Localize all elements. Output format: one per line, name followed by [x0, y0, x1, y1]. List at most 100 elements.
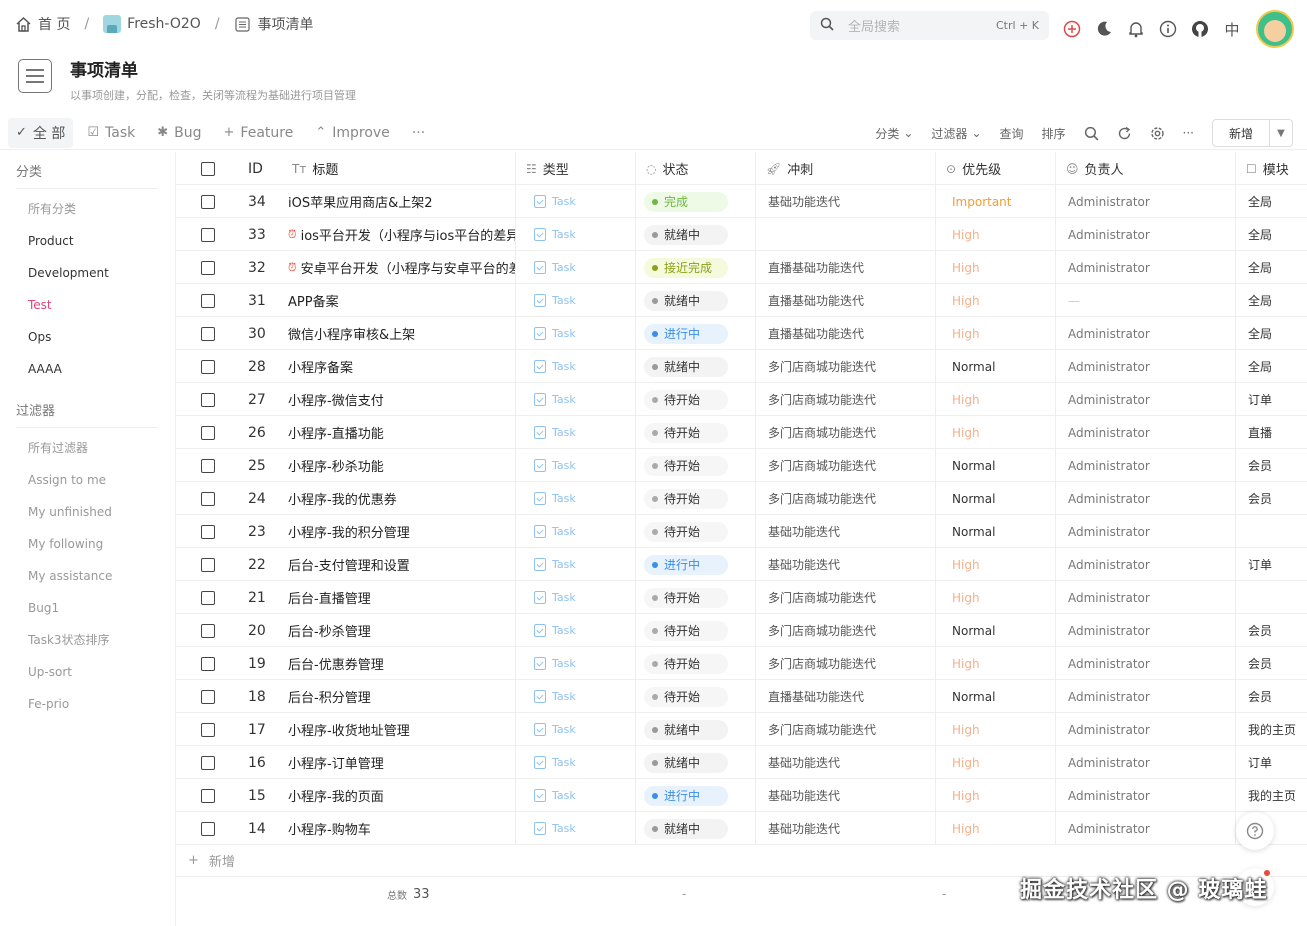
row-owner[interactable]: — — [1056, 284, 1236, 317]
table-row[interactable]: 20 后台-秒杀管理 Task 待开始 多门店商城功能迭代 Normal Administr… — [176, 614, 1307, 647]
row-sprint[interactable]: 基础功能迭代 — [756, 515, 936, 548]
row-type[interactable]: Task — [516, 350, 636, 383]
row-module[interactable]: 我的主页 — [1236, 713, 1307, 746]
row-checkbox[interactable] — [176, 317, 240, 350]
row-priority[interactable]: High — [936, 317, 1056, 350]
row-title[interactable]: 小程序-直播功能 — [282, 416, 516, 449]
table-row[interactable]: 22 后台-支付管理和设置 Task 进行中 基础功能迭代 High Administrat… — [176, 548, 1307, 581]
row-type[interactable]: Task — [516, 581, 636, 614]
row-title[interactable]: 小程序-微信支付 — [282, 383, 516, 416]
sidebar-category-item[interactable]: Product — [0, 225, 175, 257]
row-checkbox[interactable] — [176, 416, 240, 449]
row-priority[interactable]: High — [936, 416, 1056, 449]
row-module[interactable]: 全局 — [1236, 185, 1307, 218]
row-priority[interactable]: High — [936, 713, 1056, 746]
row-priority[interactable]: High — [936, 746, 1056, 779]
row-status[interactable]: 待开始 — [636, 416, 756, 449]
row-status[interactable]: 进行中 — [636, 779, 756, 812]
table-row[interactable]: 34 iOS苹果应用商店&上架2 Task 完成 基础功能迭代 Important Admi… — [176, 185, 1307, 218]
row-type[interactable]: Task — [516, 779, 636, 812]
bell-icon[interactable] — [1126, 15, 1146, 43]
row-title[interactable]: 小程序-秒杀功能 — [282, 449, 516, 482]
status-badge[interactable]: 就绪中 — [644, 719, 728, 740]
table-row[interactable]: 32 ⏰︎安卓平台开发（小程序与安卓平台的差异）Task 接近完成 直播基础功能迭代H… — [176, 251, 1307, 284]
column-module[interactable]: ☐ 模块 — [1236, 152, 1307, 185]
row-title[interactable]: 后台-优惠券管理 — [282, 647, 516, 680]
row-status[interactable]: 待开始 — [636, 614, 756, 647]
row-title[interactable]: 后台-秒杀管理 — [282, 614, 516, 647]
row-sprint[interactable]: 直播基础功能迭代 — [756, 317, 936, 350]
row-owner[interactable]: Administrator — [1056, 713, 1236, 746]
row-checkbox[interactable] — [176, 779, 240, 812]
row-status[interactable]: 待开始 — [636, 680, 756, 713]
row-owner[interactable]: Administrator — [1056, 812, 1236, 845]
row-title[interactable]: 小程序-购物车 — [282, 812, 516, 845]
table-row[interactable]: 26 小程序-直播功能 Task 待开始 多门店商城功能迭代 High Administra… — [176, 416, 1307, 449]
row-owner[interactable]: Administrator — [1056, 548, 1236, 581]
row-type[interactable]: Task — [516, 746, 636, 779]
home-icon[interactable] — [14, 15, 32, 33]
help-button[interactable] — [1236, 812, 1274, 850]
row-checkbox[interactable] — [176, 680, 240, 713]
query-button[interactable]: 查询 — [1000, 125, 1024, 142]
table-row[interactable]: 19 后台-优惠券管理 Task 待开始 多门店商城功能迭代 High Administra… — [176, 647, 1307, 680]
refresh-icon[interactable] — [1117, 126, 1132, 141]
row-priority[interactable]: High — [936, 812, 1056, 845]
row-sprint[interactable]: 直播基础功能迭代 — [756, 251, 936, 284]
row-type[interactable]: Task — [516, 680, 636, 713]
add-circle-icon[interactable] — [1062, 15, 1082, 43]
status-badge[interactable]: 进行中 — [644, 323, 728, 344]
row-owner[interactable]: Administrator — [1056, 680, 1236, 713]
row-owner[interactable]: Administrator — [1056, 383, 1236, 416]
new-issue-button[interactable]: 新增 ▼ — [1211, 119, 1293, 147]
row-module[interactable]: 直播 — [1236, 416, 1307, 449]
sidebar-filter-item[interactable]: My unfinished — [0, 496, 175, 528]
table-row[interactable]: 28 小程序备案 Task 就绪中 多门店商城功能迭代 Normal Administrat… — [176, 350, 1307, 383]
row-title[interactable]: APP备案 — [282, 284, 516, 317]
sidebar-category-item[interactable]: AAAA — [0, 353, 175, 385]
table-row[interactable]: 31 APP备案 Task 就绪中 直播基础功能迭代 High — 全局 — [176, 284, 1307, 317]
row-status[interactable]: 待开始 — [636, 515, 756, 548]
status-badge[interactable]: 完成 — [644, 191, 728, 212]
tab-all[interactable]: ✓ 全 部 — [8, 117, 74, 148]
row-checkbox[interactable] — [176, 218, 240, 251]
sort-button[interactable]: 排序 — [1042, 125, 1066, 142]
info-icon[interactable] — [1158, 15, 1178, 43]
row-module[interactable]: 会员 — [1236, 647, 1307, 680]
more-tabs-button[interactable]: ··· — [404, 118, 433, 148]
row-type[interactable]: Task — [516, 317, 636, 350]
row-module[interactable]: 订单 — [1236, 548, 1307, 581]
row-status[interactable]: 就绪中 — [636, 812, 756, 845]
row-module[interactable]: 会员 — [1236, 614, 1307, 647]
row-checkbox[interactable] — [176, 713, 240, 746]
row-priority[interactable]: Normal — [936, 350, 1056, 383]
row-sprint[interactable]: 基础功能迭代 — [756, 548, 936, 581]
row-module[interactable]: 全局 — [1236, 218, 1307, 251]
status-badge[interactable]: 就绪中 — [644, 356, 728, 377]
row-priority[interactable]: High — [936, 581, 1056, 614]
sidebar-filter-item[interactable]: 所有过滤器 — [0, 432, 175, 464]
column-id[interactable]: ID — [240, 152, 282, 185]
table-row[interactable]: 23 小程序-我的积分管理 Task 待开始 基础功能迭代 Normal Administr… — [176, 515, 1307, 548]
row-owner[interactable]: Administrator — [1056, 779, 1236, 812]
sidebar-category-item[interactable]: Development — [0, 257, 175, 289]
row-status[interactable]: 就绪中 — [636, 350, 756, 383]
row-priority[interactable]: High — [936, 383, 1056, 416]
row-module[interactable] — [1236, 515, 1307, 548]
row-owner[interactable]: Administrator — [1056, 350, 1236, 383]
row-checkbox[interactable] — [176, 647, 240, 680]
row-priority[interactable]: Important — [936, 185, 1056, 218]
github-icon[interactable] — [1190, 15, 1210, 43]
row-module[interactable]: 会员 — [1236, 482, 1307, 515]
row-sprint[interactable]: 基础功能迭代 — [756, 746, 936, 779]
row-sprint[interactable]: 多门店商城功能迭代 — [756, 614, 936, 647]
row-priority[interactable]: Normal — [936, 482, 1056, 515]
table-row[interactable]: 17 小程序-收货地址管理 Task 就绪中 多门店商城功能迭代 High Administ… — [176, 713, 1307, 746]
row-title[interactable]: 小程序-我的优惠券 — [282, 482, 516, 515]
tab-improve[interactable]: ⌃ Improve — [307, 118, 397, 148]
select-all-checkbox[interactable] — [176, 152, 240, 185]
row-sprint[interactable]: 基础功能迭代 — [756, 812, 936, 845]
row-owner[interactable]: Administrator — [1056, 647, 1236, 680]
row-title[interactable]: 后台-直播管理 — [282, 581, 516, 614]
row-sprint[interactable] — [756, 218, 936, 251]
